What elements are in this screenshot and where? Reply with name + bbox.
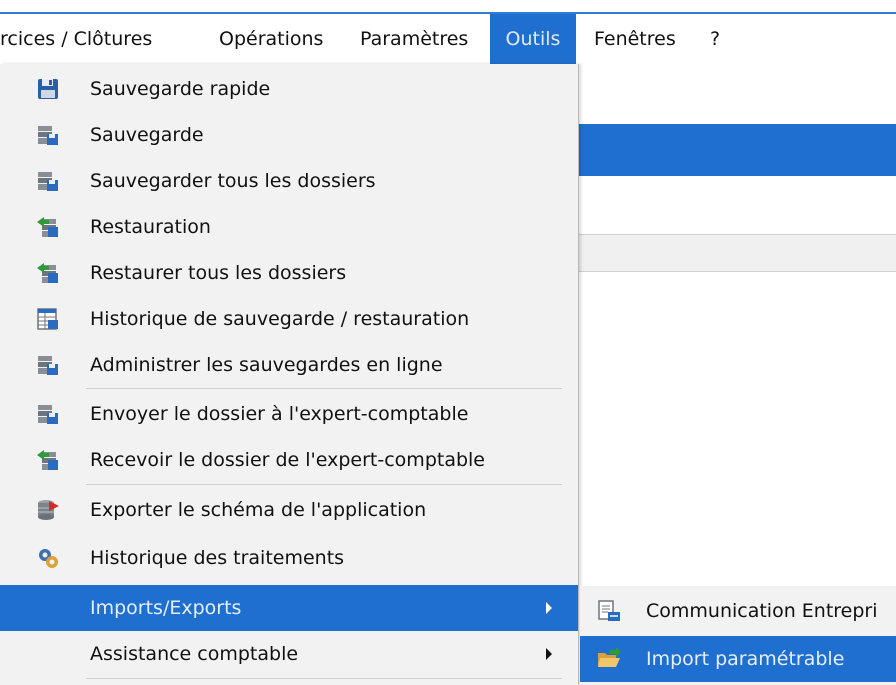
menu-parametres[interactable]: Paramètres (360, 14, 468, 64)
app-selected-band (578, 124, 896, 176)
menu-item-label: Restauration (90, 216, 211, 238)
menu-outils[interactable]: Outils (490, 14, 576, 64)
menu-item-sauvegarder-tous[interactable]: Sauvegarder tous les dossiers (0, 158, 578, 204)
menu-item-label: Sauvegarde rapide (90, 78, 271, 100)
server-save-icon (36, 353, 60, 377)
submenu-item-communication-entreprise[interactable]: Communication Entrepri (580, 588, 896, 634)
menu-item-label: Envoyer le dossier à l'expert-comptable (90, 403, 469, 425)
menu-label: Opérations (219, 28, 324, 50)
submenu-item-label: Communication Entrepri (646, 600, 878, 622)
database-export-icon (36, 498, 60, 522)
document-exchange-icon (596, 599, 622, 623)
menu-item-restaurer-tous[interactable]: Restaurer tous les dossiers (0, 250, 578, 296)
menu-label: ? (710, 28, 721, 50)
submenu-item-label: Import paramétrable (646, 648, 845, 670)
menu-exercices-clotures[interactable]: rcices / Clôtures (0, 14, 196, 64)
menu-item-recevoir-expert[interactable]: Recevoir le dossier de l'expert-comptabl… (0, 437, 578, 483)
menu-item-label: Sauvegarde (90, 124, 204, 146)
floppy-disk-icon (36, 77, 60, 101)
menu-label: Paramètres (360, 28, 469, 50)
menu-item-label: Imports/Exports (90, 597, 242, 619)
server-restore-icon (36, 261, 60, 285)
menu-item-envoyer-expert[interactable]: Envoyer le dossier à l'expert-comptable (0, 391, 578, 437)
imports-exports-submenu: Communication Entrepri Import paramétrab… (580, 586, 896, 685)
menu-item-sauvegarde[interactable]: Sauvegarde (0, 112, 578, 158)
menu-item-label: Assistance comptable (90, 643, 299, 665)
menu-item-label: Sauvegarder tous les dossiers (90, 170, 376, 192)
server-save-icon (36, 169, 60, 193)
gears-icon (36, 546, 60, 570)
server-save-icon (36, 402, 60, 426)
menu-separator (86, 388, 562, 389)
menu-item-label: Restaurer tous les dossiers (90, 262, 347, 284)
submenu-arrow-icon (546, 602, 552, 614)
menu-item-historique-sauvegarde[interactable]: Historique de sauvegarde / restauration (0, 296, 578, 342)
menu-bar: rcices / Clôtures Opérations Paramètres … (0, 14, 896, 64)
open-folder-icon (596, 647, 622, 671)
menu-operations[interactable]: Opérations (219, 14, 323, 64)
menu-help[interactable]: ? (710, 14, 720, 64)
server-save-icon (36, 123, 60, 147)
menu-label: rcices / Clôtures (0, 28, 153, 50)
server-restore-icon (36, 448, 60, 472)
submenu-item-import-parametrable[interactable]: Import paramétrable (580, 636, 896, 682)
menu-item-imports-exports[interactable]: Imports/Exports (0, 585, 578, 631)
menu-item-administrer-sauvegardes[interactable]: Administrer les sauvegardes en ligne (0, 342, 578, 388)
menu-item-assistance-comptable[interactable]: Assistance comptable (0, 631, 578, 677)
menu-item-label: Recevoir le dossier de l'expert-comptabl… (90, 449, 486, 471)
outils-dropdown-menu: Sauvegarde rapide Sauvegarde Sauvegarder (0, 64, 579, 685)
menu-item-sauvegarde-rapide[interactable]: Sauvegarde rapide (0, 66, 578, 112)
menu-item-label: Historique de sauvegarde / restauration (90, 308, 470, 330)
menu-item-label: Historique des traitements (90, 547, 345, 569)
menu-separator (86, 678, 562, 679)
menu-fenetres[interactable]: Fenêtres (594, 14, 676, 64)
menu-item-historique-traitements[interactable]: Historique des traitements (0, 535, 578, 581)
app-header-strip (578, 235, 896, 272)
menu-label: Fenêtres (594, 28, 676, 50)
history-table-icon (36, 307, 60, 331)
submenu-arrow-icon (546, 648, 552, 660)
menu-item-label: Administrer les sauvegardes en ligne (90, 354, 443, 376)
server-restore-icon (36, 215, 60, 239)
menu-item-label: Exporter le schéma de l'application (90, 499, 427, 521)
menu-label: Outils (505, 28, 561, 50)
menu-separator (86, 484, 562, 485)
menu-item-restauration[interactable]: Restauration (0, 204, 578, 250)
menu-item-exporter-schema[interactable]: Exporter le schéma de l'application (0, 487, 578, 533)
